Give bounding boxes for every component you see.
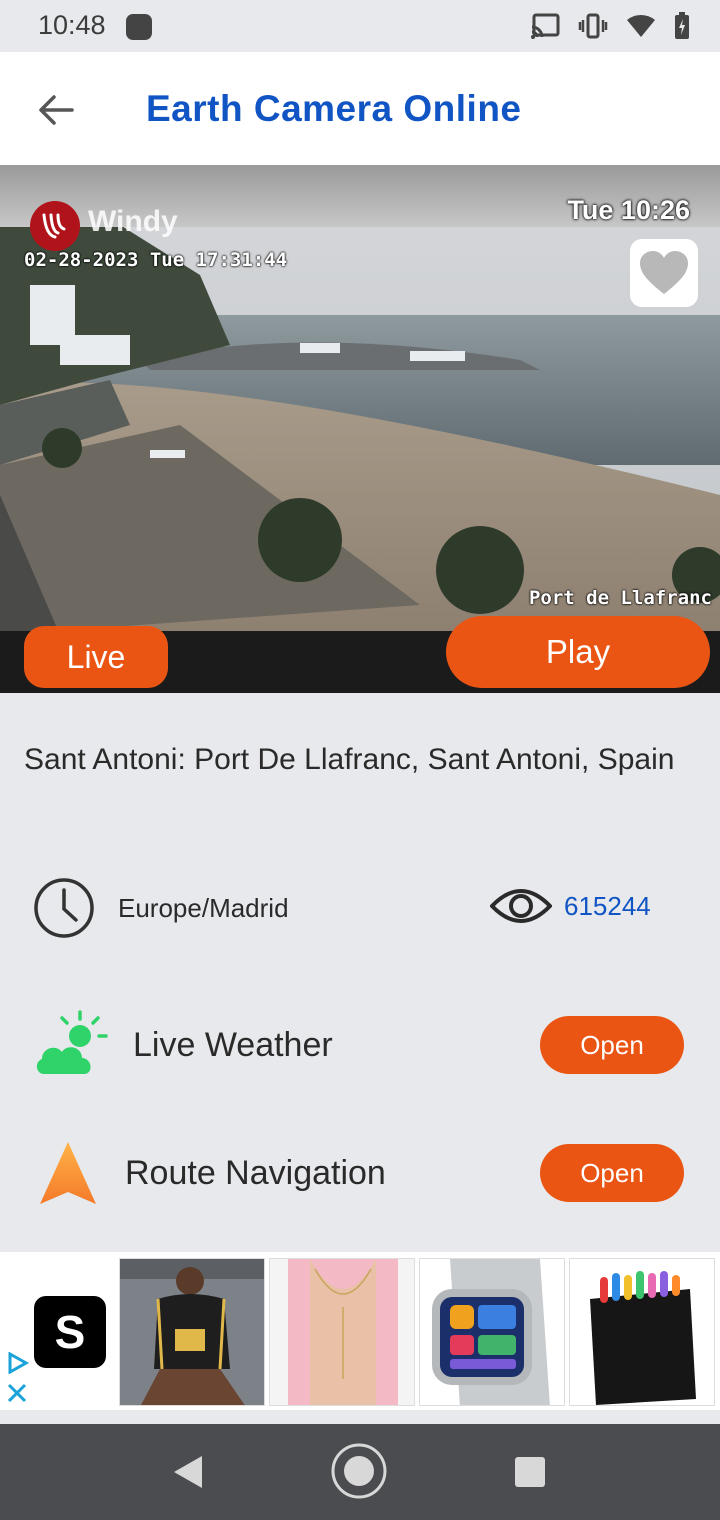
ad-product-image[interactable] — [419, 1258, 565, 1406]
vibrate-icon — [578, 13, 608, 39]
windy-logo — [30, 201, 80, 251]
system-nav-bar — [0, 1424, 720, 1520]
open-navigation-button[interactable]: Open — [540, 1144, 684, 1202]
ad-product-image[interactable] — [569, 1258, 715, 1406]
windy-logo-icon — [42, 213, 66, 239]
wifi-icon — [627, 14, 655, 37]
views-counter: 615244 — [490, 884, 651, 928]
nav-recents-icon[interactable] — [514, 1456, 546, 1488]
camera-timestamp: 02-28-2023 Tue 17:31:44 — [24, 249, 288, 271]
eye-icon — [490, 889, 552, 923]
camera-brand: Windy — [88, 205, 178, 238]
app-bar: Earth Camera Online — [0, 52, 720, 165]
ad-necklace-image — [270, 1259, 414, 1405]
arrow-left-icon — [39, 95, 74, 125]
timezone-row: Europe/Madrid — [32, 876, 289, 940]
camera-image — [0, 165, 720, 693]
feature-live-weather: Live Weather Open — [0, 1010, 720, 1096]
timezone-label: Europe/Madrid — [118, 892, 289, 923]
feature-label: Live Weather — [133, 1026, 333, 1064]
heart-icon — [640, 251, 688, 294]
views-count: 615244 — [564, 890, 651, 921]
ad-close-icon[interactable] — [6, 1382, 28, 1404]
ad-choices-icon[interactable] — [6, 1352, 30, 1374]
ad-markers-image — [570, 1259, 714, 1405]
ad-brand-logo: S — [34, 1296, 106, 1368]
back-button[interactable] — [28, 82, 84, 138]
favorite-button[interactable] — [630, 239, 698, 307]
ad-jersey-image — [120, 1259, 264, 1405]
location-title: Sant Antoni: Port De Llafranc, Sant Anto… — [24, 743, 675, 776]
notification-icon — [126, 14, 152, 40]
battery-icon — [675, 12, 689, 39]
feature-route-navigation: Route Navigation Open — [0, 1142, 720, 1224]
ad-product-image[interactable] — [269, 1258, 415, 1406]
live-button[interactable]: Live — [24, 626, 168, 688]
navigation-arrow-icon — [40, 1142, 96, 1204]
clock-icon — [34, 878, 94, 938]
cast-icon — [531, 13, 560, 39]
status-icons — [530, 12, 690, 40]
camera-place-label: Port de Llafranc — [528, 587, 712, 609]
weather-icon — [36, 1010, 108, 1074]
ad-smartwatch-image — [420, 1259, 564, 1405]
page-title: Earth Camera Online — [146, 88, 522, 129]
camera-clock: Tue 10:26 — [567, 195, 690, 225]
open-weather-button[interactable]: Open — [540, 1016, 684, 1074]
nav-home-icon[interactable] — [330, 1442, 388, 1500]
ad-product-image[interactable] — [119, 1258, 265, 1406]
nav-back-icon[interactable] — [172, 1454, 204, 1490]
status-bar: 10:48 — [0, 0, 720, 52]
status-time: 10:48 — [38, 10, 106, 40]
camera-view[interactable]: Windy Tue 10:26 02-28-2023 Tue 17:31:44 … — [0, 165, 720, 693]
feature-label: Route Navigation — [125, 1154, 386, 1192]
play-button[interactable]: Play — [446, 616, 710, 688]
ad-banner[interactable]: S — [0, 1252, 720, 1410]
